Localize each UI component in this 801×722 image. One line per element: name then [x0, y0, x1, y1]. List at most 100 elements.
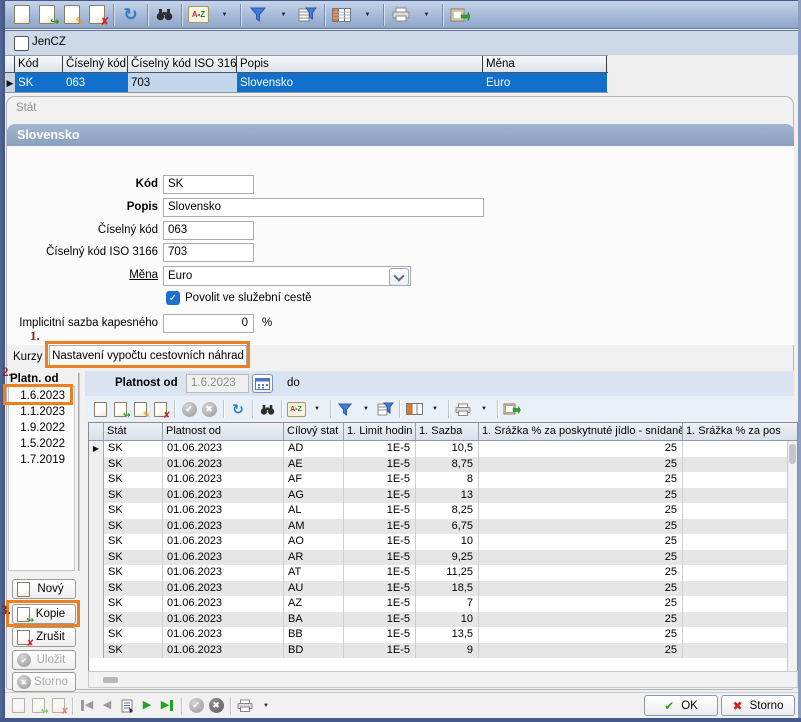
calendar-button[interactable] [252, 374, 273, 393]
rates-export-button[interactable] [502, 399, 522, 419]
column-header-limit-hodin[interactable]: 1. Limit hodin [344, 423, 416, 440]
zrusit-button[interactable]: ✘ Zrušit [12, 627, 76, 647]
next-record-button[interactable]: ▶ [137, 696, 157, 716]
row-selector-arrow: ▶ [5, 73, 15, 92]
column-header-stat[interactable]: Stát [104, 423, 163, 440]
storno-label: Storno [750, 700, 784, 712]
rates-new-button[interactable] [90, 399, 110, 419]
mena-dropdown-button[interactable] [389, 268, 409, 286]
vertical-scrollbar[interactable] [787, 441, 797, 671]
rates-filter-grid-button[interactable] [375, 399, 395, 419]
record-list-button[interactable] [117, 696, 137, 716]
validity-date-item[interactable]: 1.9.2022 [9, 420, 74, 436]
column-header-kod[interactable]: Kód [15, 56, 63, 72]
rates-table-row[interactable]: SK 01.06.2023 BD 1E-5 9 25 [89, 643, 797, 659]
validity-date-item[interactable]: 1.1.2023 [9, 404, 74, 420]
print-button[interactable] [388, 3, 413, 27]
copy-button[interactable]: ↪ [34, 3, 59, 27]
novy-button[interactable]: Nový [12, 579, 76, 599]
rates-delete-button[interactable]: ✘ [150, 399, 170, 419]
search-button[interactable] [152, 3, 177, 27]
rates-print-button[interactable] [453, 399, 473, 419]
rates-table-row[interactable]: SK 01.06.2023 AL 1E-5 8,25 25 [89, 503, 797, 519]
rates-print-caret[interactable]: ▼ [473, 399, 493, 419]
panel-splitter[interactable] [78, 373, 80, 571]
kapesne-field[interactable]: 0 [163, 314, 254, 333]
countries-grid-selected-row[interactable]: ▶ SK 063 703 Slovensko Euro [5, 73, 608, 93]
rates-table-row[interactable]: SK 01.06.2023 AM 1E-5 6,75 25 [89, 519, 797, 535]
kopie-button[interactable]: ↪ Kopie [12, 604, 76, 624]
rates-filter-button[interactable] [335, 399, 355, 419]
horizontal-scrollbar[interactable] [88, 671, 798, 688]
nav-cancel-button[interactable]: ✖ [206, 696, 226, 716]
filter-grid-button[interactable] [295, 3, 320, 27]
column-header-srazka-snidane[interactable]: 1. Srážka % za poskytnuté jídlo - snídan… [479, 423, 683, 440]
scrollbar-thumb[interactable] [103, 677, 118, 683]
delete-button[interactable]: ✘ [84, 3, 109, 27]
print-caret[interactable]: ▼ [413, 3, 438, 27]
column-header-sazba[interactable]: 1. Sazba [416, 423, 479, 440]
column-header-iso[interactable]: Číselný kód ISO 3166 [128, 56, 237, 72]
rates-table-row[interactable]: SK 01.06.2023 AO 1E-5 10 25 [89, 534, 797, 550]
storno-button[interactable]: ✖ Storno [721, 695, 795, 716]
rates-table-row[interactable]: SK 01.06.2023 BB 1E-5 13,5 25 [89, 627, 797, 643]
column-header-cilovy-stat[interactable]: Cílový stat [284, 423, 344, 440]
export-button[interactable] [447, 3, 472, 27]
new-button[interactable] [9, 3, 34, 27]
platnost-od-field[interactable]: 1.6.2023 [186, 374, 249, 393]
edit-button[interactable]: ✎ [59, 3, 84, 27]
first-record-button[interactable]: ◀ [77, 696, 97, 716]
iso-field[interactable]: 703 [163, 243, 254, 262]
column-header-platnost-od[interactable]: Platnost od [163, 423, 284, 440]
nav-print-button[interactable] [235, 696, 255, 716]
mena-combobox[interactable]: Euro [163, 266, 411, 286]
rates-table-row[interactable]: SK 01.06.2023 AR 1E-5 9,25 25 [89, 550, 797, 566]
rates-edit-button[interactable]: ✎ [130, 399, 150, 419]
mena-link-label[interactable]: Měna [0, 269, 158, 281]
filter-button[interactable] [245, 3, 270, 27]
tab-kurzy[interactable]: Kurzy [13, 351, 42, 363]
scrollbar-thumb[interactable] [789, 444, 796, 464]
columns-button[interactable] [329, 3, 354, 27]
rates-sort-az-button[interactable]: A-Z [286, 399, 306, 419]
refresh-button[interactable]: ↻ [118, 3, 143, 27]
ok-button[interactable]: ✔ OK [644, 695, 718, 716]
validity-list-header[interactable]: Platn. od [10, 373, 59, 385]
sort-az-caret[interactable]: ▼ [211, 3, 236, 27]
column-header-srazka-pos[interactable]: 1. Srážka % za pos [683, 423, 797, 440]
column-header-popis[interactable]: Popis [237, 56, 483, 72]
validity-date-item[interactable]: 1.7.2019 [9, 452, 74, 468]
tab-nastaveni-nahrad[interactable]: Nastavení vypočtu cestovních náhrad [49, 345, 247, 367]
column-header-mena[interactable]: Měna [483, 56, 607, 72]
rates-refresh-button[interactable]: ↻ [228, 399, 248, 419]
rates-search-button[interactable] [257, 399, 277, 419]
kod-field[interactable]: SK [163, 175, 254, 194]
column-header-ciselny-kod[interactable]: Číselný kód [63, 56, 128, 72]
sort-az-button[interactable]: A-Z [186, 3, 211, 27]
ciselny-kod-field[interactable]: 063 [163, 221, 254, 240]
rates-columns-button[interactable] [404, 399, 424, 419]
rates-table-row[interactable]: SK 01.06.2023 AZ 1E-5 7 25 [89, 596, 797, 612]
povolit-checkbox[interactable]: ✓ [166, 291, 180, 305]
cell-platnost-od: 01.06.2023 [163, 488, 284, 504]
rates-table-row[interactable]: SK 01.06.2023 AT 1E-5 11,25 25 [89, 565, 797, 581]
rates-copy-button[interactable]: ↪ [110, 399, 130, 419]
rates-sort-caret[interactable]: ▼ [306, 399, 326, 419]
rates-table-row[interactable]: SK 01.06.2023 AG 1E-5 13 25 [89, 488, 797, 504]
prev-record-button[interactable]: ◀ [97, 696, 117, 716]
last-record-button[interactable]: ▶ [157, 696, 177, 716]
filter-caret[interactable]: ▼ [270, 3, 295, 27]
jencz-checkbox[interactable] [14, 36, 29, 51]
rates-table-row[interactable]: SK 01.06.2023 AU 1E-5 18,5 25 [89, 581, 797, 597]
validity-date-item[interactable]: 1.5.2022 [9, 436, 74, 452]
rates-table-row[interactable]: SK 01.06.2023 BA 1E-5 10 25 [89, 612, 797, 628]
popis-field[interactable]: Slovensko [163, 198, 484, 217]
rates-table-row[interactable]: ▶ SK 01.06.2023 AD 1E-5 10,5 25 [89, 441, 797, 457]
rates-table-row[interactable]: SK 01.06.2023 AF 1E-5 8 25 [89, 472, 797, 488]
rates-columns-caret[interactable]: ▼ [424, 399, 444, 419]
rates-filter-caret[interactable]: ▼ [355, 399, 375, 419]
validity-date-item[interactable]: 1.6.2023 [9, 388, 74, 404]
columns-caret[interactable]: ▼ [354, 3, 379, 27]
nav-print-caret[interactable]: ▼ [255, 696, 275, 716]
rates-table-row[interactable]: SK 01.06.2023 AE 1E-5 8,75 25 [89, 457, 797, 473]
